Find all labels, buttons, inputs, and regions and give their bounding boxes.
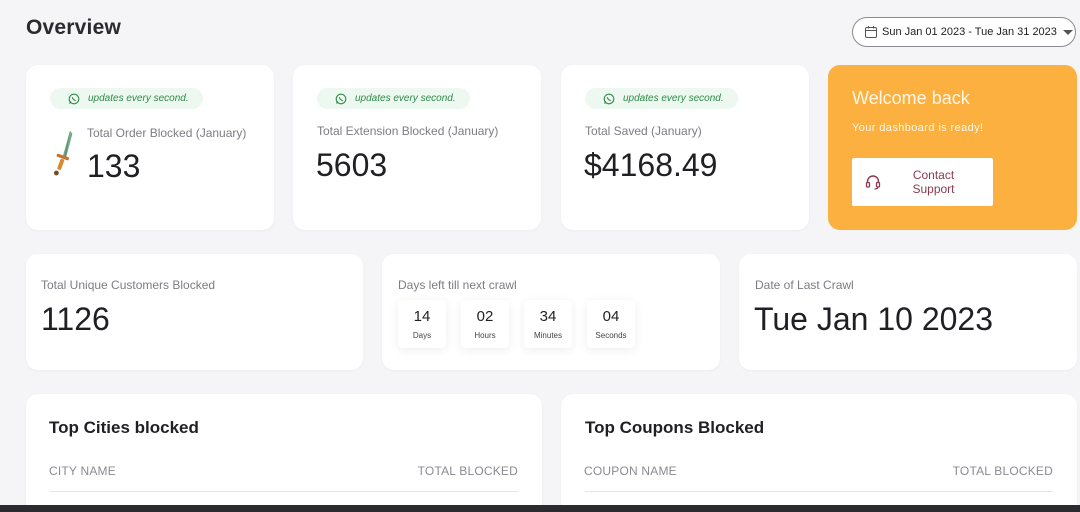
- section-title: Top Coupons Blocked: [585, 418, 765, 437]
- contact-support-label: Contact Support: [912, 168, 955, 196]
- welcome-card: Welcome back Your dashboard is ready! Co…: [828, 65, 1077, 230]
- next-crawl-card: Days left till next crawl 14 Days 02 Hou…: [382, 254, 720, 370]
- countdown-timer: 14 Days 02 Hours 34 Minutes 04 Seconds: [398, 300, 650, 348]
- countdown-minutes: 34 Minutes: [524, 300, 572, 348]
- section-title: Top Cities blocked: [49, 418, 199, 437]
- order-blocked-card: updates every second. Total Order Blocke…: [26, 65, 274, 230]
- stat-label: Date of Last Crawl: [755, 278, 854, 292]
- table-divider: [50, 491, 518, 492]
- stat-label: Days left till next crawl: [398, 278, 517, 292]
- countdown-hours: 02 Hours: [461, 300, 509, 348]
- table-divider: [585, 491, 1053, 492]
- whatsapp-icon: [603, 93, 615, 104]
- stat-value: 1126: [41, 301, 110, 337]
- column-header-total: TOTAL BLOCKED: [417, 464, 518, 478]
- stat-label: Total Unique Customers Blocked: [41, 278, 216, 292]
- update-badge: updates every second.: [50, 88, 203, 109]
- extension-blocked-card: updates every second. Total Extension Bl…: [293, 65, 541, 230]
- update-badge: updates every second.: [317, 88, 470, 109]
- stat-value: 133: [87, 148, 141, 184]
- calendar-icon: [865, 26, 877, 38]
- whatsapp-icon: [335, 93, 347, 104]
- stat-value: $4168.49: [584, 147, 718, 183]
- whatsapp-icon: [68, 93, 80, 104]
- stat-value: Tue Jan 10 2023: [754, 301, 993, 337]
- stat-label: Total Saved (January): [585, 124, 702, 138]
- total-saved-card: updates every second. Total Saved (Janua…: [561, 65, 809, 230]
- stat-value: 5603: [316, 147, 388, 183]
- stat-label: Total Order Blocked (January): [87, 126, 247, 140]
- column-header-coupon: COUPON NAME: [584, 464, 677, 478]
- date-range-text: Sun Jan 01 2023 - Tue Jan 31 2023: [882, 26, 1057, 38]
- update-badge: updates every second.: [585, 88, 738, 109]
- page-title: Overview: [26, 16, 121, 39]
- welcome-title: Welcome back: [852, 88, 970, 108]
- headset-icon: [865, 175, 881, 190]
- stat-label: Total Extension Blocked (January): [317, 124, 499, 138]
- column-header-city: CITY NAME: [49, 464, 116, 478]
- sword-icon: [54, 130, 73, 176]
- top-cities-card: Top Cities blocked CITY NAME TOTAL BLOCK…: [26, 394, 542, 512]
- chevron-down-icon: [1062, 29, 1073, 35]
- countdown-seconds: 04 Seconds: [587, 300, 635, 348]
- column-header-total: TOTAL BLOCKED: [952, 464, 1053, 478]
- welcome-subtitle: Your dashboard is ready!: [852, 122, 984, 134]
- countdown-days: 14 Days: [398, 300, 446, 348]
- unique-customers-card: Total Unique Customers Blocked 1126: [26, 254, 363, 370]
- top-coupons-card: Top Coupons Blocked COUPON NAME TOTAL BL…: [561, 394, 1077, 512]
- last-crawl-card: Date of Last Crawl Tue Jan 10 2023: [739, 254, 1077, 370]
- bottom-bar: [0, 505, 1080, 512]
- contact-support-button[interactable]: Contact Support: [852, 158, 993, 206]
- date-range-picker[interactable]: Sun Jan 01 2023 - Tue Jan 31 2023: [852, 17, 1076, 47]
